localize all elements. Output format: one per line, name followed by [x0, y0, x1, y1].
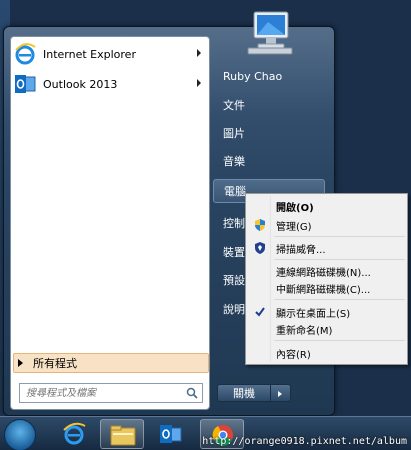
menu-divider — [274, 259, 405, 260]
folder-icon — [110, 425, 136, 446]
all-programs-button[interactable]: 所有程式 — [13, 353, 209, 373]
submenu-arrow-icon[interactable] — [197, 49, 201, 57]
menu-divider — [274, 299, 405, 300]
search-icon[interactable] — [186, 387, 198, 399]
ctx-item-label: 內容(R) — [276, 349, 311, 361]
user-name-link[interactable]: Ruby Chao — [213, 64, 325, 88]
right-item-music[interactable]: 音樂 — [213, 149, 325, 173]
ctx-item-properties[interactable]: 內容(R) — [248, 343, 405, 363]
programs-pane: Internet Explorer Outlook 2013 所有程式 — [10, 36, 210, 410]
menu-divider — [274, 340, 405, 341]
shutdown-button[interactable]: 關機 — [217, 384, 271, 402]
ctx-item-label: 顯示在桌面上(S) — [276, 308, 351, 320]
ctx-item-rename[interactable]: 重新命名(M) — [248, 319, 405, 339]
ctx-item-label: 掃描威脅... — [276, 244, 326, 256]
outlook-icon — [13, 72, 37, 96]
ctx-item-open[interactable]: 開啟(O) — [248, 196, 405, 216]
shutdown-options-arrow-icon[interactable] — [271, 384, 291, 402]
program-label: Outlook 2013 — [43, 77, 118, 91]
right-item-label: 電腦 — [224, 185, 246, 198]
play-arrow-icon — [18, 359, 23, 367]
program-label: Internet Explorer — [43, 47, 136, 61]
ctx-item-scan-threats[interactable]: 掃描威脅... — [248, 238, 405, 258]
right-item-label: 文件 — [223, 99, 245, 112]
submenu-arrow-icon[interactable] — [197, 79, 201, 87]
ctx-item-label: 開啟(O) — [276, 202, 314, 214]
shield-icon — [253, 218, 267, 232]
search-box[interactable] — [19, 383, 203, 403]
checkmark-icon — [253, 305, 267, 319]
search-input[interactable] — [26, 385, 186, 401]
right-item-label: 音樂 — [223, 155, 245, 168]
taskbar-outlook[interactable] — [148, 419, 192, 449]
watermark-text: http://orange0918.pixnet.net/album — [202, 436, 407, 447]
defender-shield-icon — [253, 241, 267, 255]
internet-explorer-icon — [63, 422, 86, 445]
user-picture-icon[interactable] — [246, 10, 294, 56]
right-item-pictures[interactable]: 圖片 — [213, 121, 325, 145]
internet-explorer-icon — [13, 42, 37, 66]
right-item-documents[interactable]: 文件 — [213, 93, 325, 117]
user-name: Ruby Chao — [223, 69, 283, 83]
right-item-label: 圖片 — [223, 127, 245, 140]
taskbar-file-explorer[interactable] — [100, 419, 144, 449]
all-programs-label: 所有程式 — [33, 357, 77, 370]
taskbar-internet-explorer[interactable] — [52, 419, 96, 449]
shutdown-label: 關機 — [233, 387, 255, 400]
ctx-item-label: 重新命名(M) — [276, 325, 333, 337]
program-internet-explorer[interactable]: Internet Explorer — [11, 39, 209, 69]
ctx-item-disconnect-network-drive[interactable]: 中斷網路磁碟機(C)... — [248, 278, 405, 298]
outlook-icon — [160, 425, 182, 443]
context-menu: 開啟(O) 管理(G) 掃描威脅... 連線網路磁碟機(N)... 中斷網路磁碟… — [245, 193, 408, 365]
program-outlook-2013[interactable]: Outlook 2013 — [11, 69, 209, 99]
ctx-item-label: 管理(G) — [276, 221, 312, 233]
ctx-item-label: 連線網路磁碟機(N)... — [276, 267, 371, 279]
menu-divider — [274, 236, 405, 237]
ctx-item-manage[interactable]: 管理(G) — [248, 215, 405, 235]
start-orb-icon[interactable] — [4, 419, 36, 450]
ctx-item-label: 中斷網路磁碟機(C)... — [276, 284, 371, 296]
